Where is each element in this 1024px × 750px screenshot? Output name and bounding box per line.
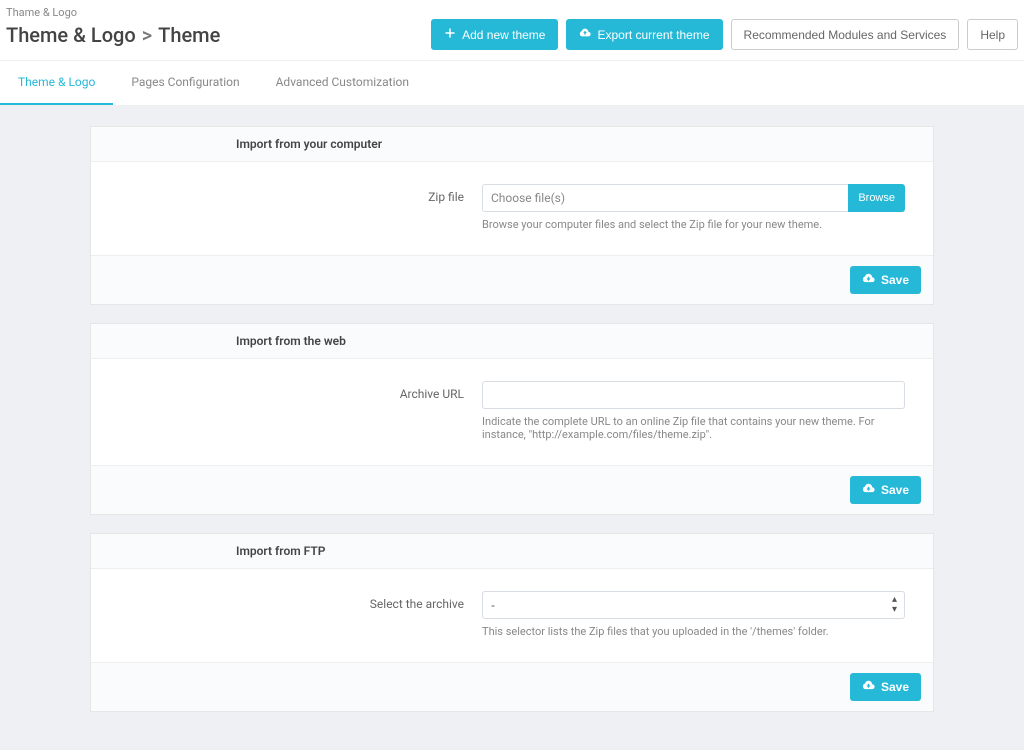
header-actions: Add new theme Export current theme Recom… [431, 19, 1018, 50]
archive-url-hint: Indicate the complete URL to an online Z… [482, 415, 905, 441]
title-separator: > [142, 23, 152, 47]
add-new-theme-button[interactable]: Add new theme [431, 19, 558, 50]
content-body: Import from your computer Zip file Choos… [0, 106, 1024, 750]
title-section: Theme & Logo [6, 23, 136, 47]
select-archive-label: Select the archive [119, 591, 482, 611]
zip-file-input[interactable]: Choose file(s) [482, 184, 848, 212]
save-label: Save [881, 680, 909, 694]
archive-url-input[interactable] [482, 381, 905, 409]
zip-file-label: Zip file [119, 184, 482, 204]
help-label: Help [980, 28, 1005, 42]
help-button[interactable]: Help [967, 19, 1018, 50]
panel-heading: Import from your computer [91, 127, 933, 162]
panel-heading: Import from FTP [91, 534, 933, 569]
add-new-theme-label: Add new theme [462, 28, 545, 42]
export-current-theme-button[interactable]: Export current theme [566, 19, 722, 50]
cloud-upload-icon [862, 679, 875, 695]
cloud-upload-icon [862, 482, 875, 498]
save-button[interactable]: Save [850, 476, 921, 504]
cloud-upload-icon [862, 272, 875, 288]
panel-import-from-ftp: Import from FTP Select the archive - ▴▾ … [90, 533, 934, 712]
tab-pages-configuration[interactable]: Pages Configuration [113, 61, 257, 105]
panel-import-from-computer: Import from your computer Zip file Choos… [90, 126, 934, 305]
save-button[interactable]: Save [850, 673, 921, 701]
title-page: Theme [158, 23, 220, 47]
plus-icon [444, 27, 456, 42]
export-current-theme-label: Export current theme [597, 28, 709, 42]
tab-advanced-customization[interactable]: Advanced Customization [258, 61, 427, 105]
breadcrumb: Thame & Logo [0, 0, 1024, 19]
tab-theme-and-logo[interactable]: Theme & Logo [0, 61, 113, 105]
recommended-modules-button[interactable]: Recommended Modules and Services [731, 19, 960, 50]
recommended-modules-label: Recommended Modules and Services [744, 28, 947, 42]
page-header: Theme & Logo > Theme Add new theme Expor… [0, 19, 1024, 61]
panel-heading: Import from the web [91, 324, 933, 359]
cloud-download-icon [579, 27, 591, 42]
zip-file-input-group: Choose file(s) Browse [482, 184, 905, 212]
save-button[interactable]: Save [850, 266, 921, 294]
page-title: Theme & Logo > Theme [6, 23, 220, 47]
zip-file-hint: Browse your computer files and select th… [482, 218, 905, 231]
browse-button[interactable]: Browse [848, 184, 905, 212]
tabs: Theme & Logo Pages Configuration Advance… [0, 61, 1024, 106]
panel-import-from-web: Import from the web Archive URL Indicate… [90, 323, 934, 515]
select-archive-dropdown[interactable]: - [482, 591, 905, 619]
save-label: Save [881, 483, 909, 497]
archive-url-label: Archive URL [119, 381, 482, 401]
select-archive-hint: This selector lists the Zip files that y… [482, 625, 905, 638]
save-label: Save [881, 273, 909, 287]
